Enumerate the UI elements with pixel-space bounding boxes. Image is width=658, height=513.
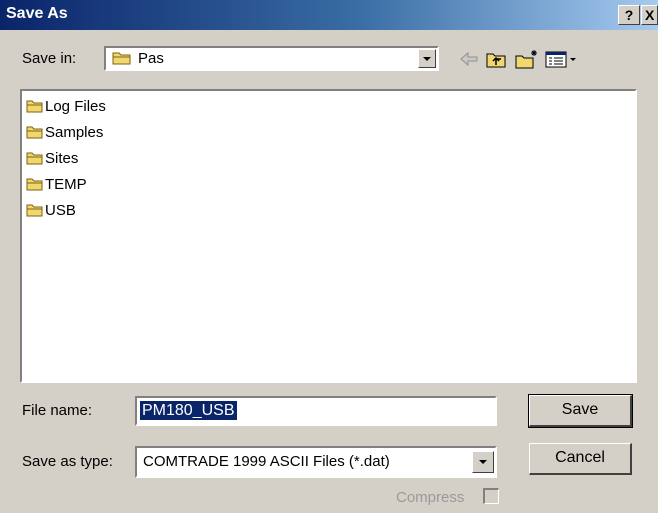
- save-in-dropdown-button[interactable]: [418, 49, 436, 68]
- dialog-title: Save As: [6, 5, 68, 22]
- compress-label: Compress: [396, 489, 465, 506]
- file-name: TEMP: [45, 176, 87, 193]
- up-folder-icon[interactable]: [485, 49, 507, 69]
- save-as-type-value: COMTRADE 1999 ASCII Files (*.dat): [143, 453, 390, 470]
- compress-checkbox[interactable]: [483, 488, 499, 504]
- cancel-button[interactable]: Cancel: [529, 443, 632, 475]
- file-name-label: File name:: [22, 402, 93, 419]
- title-bar[interactable]: Save As ? X: [0, 0, 658, 30]
- save-in-value: Pas: [138, 50, 164, 67]
- help-button[interactable]: ?: [618, 5, 640, 25]
- save-as-type-dropdown[interactable]: COMTRADE 1999 ASCII Files (*.dat): [135, 446, 497, 478]
- save-button[interactable]: Save: [528, 394, 633, 428]
- save-as-type-dropdown-button[interactable]: [472, 451, 494, 473]
- file-name-value: PM180_USB: [140, 401, 237, 420]
- folder-icon: [26, 177, 44, 197]
- save-as-dialog: Save As ? X Save in: Pas Log Files Sampl…: [0, 0, 658, 513]
- folder-icon: [26, 99, 44, 119]
- file-name: USB: [45, 202, 76, 219]
- file-name-input[interactable]: PM180_USB: [135, 396, 497, 426]
- save-as-type-label: Save as type:: [22, 453, 113, 470]
- close-button[interactable]: X: [641, 5, 658, 25]
- file-name: Samples: [45, 124, 104, 141]
- save-in-dropdown[interactable]: Pas: [104, 46, 439, 71]
- file-name: Log Files: [45, 98, 106, 115]
- folder-icon: [26, 203, 44, 223]
- folder-icon: [26, 151, 44, 171]
- new-folder-icon[interactable]: [514, 49, 540, 69]
- file-name: Sites: [45, 150, 79, 167]
- folder-icon: [112, 50, 132, 71]
- save-in-label: Save in:: [22, 50, 77, 67]
- views-menu-icon[interactable]: [544, 49, 580, 69]
- back-arrow-icon[interactable]: [458, 49, 480, 69]
- folder-icon: [26, 125, 44, 145]
- file-list[interactable]: Log Files Samples Sites TEMP USB: [20, 89, 637, 383]
